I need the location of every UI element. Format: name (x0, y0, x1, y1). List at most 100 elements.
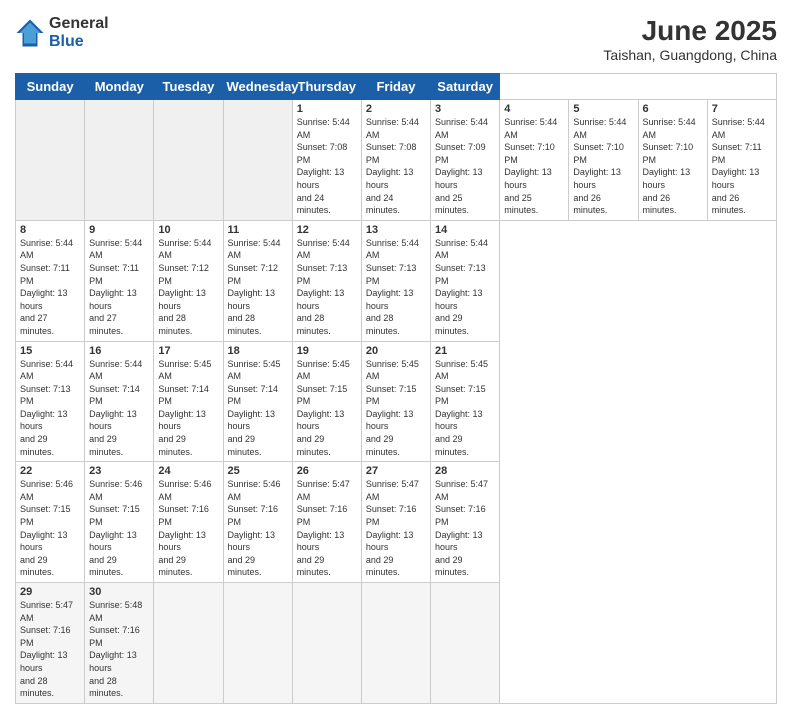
day-number: 13 (366, 224, 426, 236)
calendar-cell (361, 583, 430, 704)
sunset: Sunset: 7:12 PM (228, 262, 288, 287)
day-info: Sunrise: 5:44 AMSunset: 7:13 PMDaylight:… (297, 237, 357, 338)
day-info: Sunrise: 5:47 AMSunset: 7:16 PMDaylight:… (20, 599, 80, 700)
calendar-body: 1Sunrise: 5:44 AMSunset: 7:08 PMDaylight… (16, 100, 777, 704)
day-number: 8 (20, 224, 80, 236)
sunset: Sunset: 7:15 PM (366, 383, 426, 408)
sunset: Sunset: 7:13 PM (297, 262, 357, 287)
day-info: Sunrise: 5:47 AMSunset: 7:16 PMDaylight:… (435, 478, 495, 579)
day-info: Sunrise: 5:47 AMSunset: 7:16 PMDaylight:… (297, 478, 357, 579)
calendar-cell: 29Sunrise: 5:47 AMSunset: 7:16 PMDayligh… (16, 583, 85, 704)
sunset: Sunset: 7:12 PM (158, 262, 218, 287)
calendar-cell: 3Sunrise: 5:44 AMSunset: 7:09 PMDaylight… (431, 100, 500, 221)
day-number: 30 (89, 586, 149, 598)
sunrise: Sunrise: 5:46 AM (158, 478, 218, 503)
sunrise: Sunrise: 5:46 AM (89, 478, 149, 503)
calendar-cell: 8Sunrise: 5:44 AMSunset: 7:11 PMDaylight… (16, 220, 85, 341)
calendar-cell (154, 100, 223, 221)
daylight: Daylight: 13 hoursand 29 minutes. (228, 529, 288, 579)
day-info: Sunrise: 5:45 AMSunset: 7:15 PMDaylight:… (366, 358, 426, 459)
calendar-header-row: Sunday Monday Tuesday Wednesday Thursday… (16, 74, 777, 100)
day-number: 5 (573, 103, 633, 115)
logo: General Blue (15, 15, 109, 51)
calendar-cell (154, 583, 223, 704)
calendar-row: 1Sunrise: 5:44 AMSunset: 7:08 PMDaylight… (16, 100, 777, 221)
sunrise: Sunrise: 5:44 AM (297, 116, 357, 141)
calendar-cell: 16Sunrise: 5:44 AMSunset: 7:14 PMDayligh… (85, 341, 154, 462)
day-info: Sunrise: 5:48 AMSunset: 7:16 PMDaylight:… (89, 599, 149, 700)
day-number: 20 (366, 345, 426, 357)
sunset: Sunset: 7:10 PM (573, 141, 633, 166)
day-info: Sunrise: 5:44 AMSunset: 7:08 PMDaylight:… (297, 116, 357, 217)
day-info: Sunrise: 5:47 AMSunset: 7:16 PMDaylight:… (366, 478, 426, 579)
calendar-cell: 24Sunrise: 5:46 AMSunset: 7:16 PMDayligh… (154, 462, 223, 583)
daylight: Daylight: 13 hoursand 29 minutes. (435, 408, 495, 458)
daylight: Daylight: 13 hoursand 29 minutes. (89, 408, 149, 458)
sunrise: Sunrise: 5:45 AM (297, 358, 357, 383)
sunset: Sunset: 7:13 PM (435, 262, 495, 287)
sunset: Sunset: 7:15 PM (297, 383, 357, 408)
sunset: Sunset: 7:15 PM (435, 383, 495, 408)
sunrise: Sunrise: 5:44 AM (435, 116, 495, 141)
sunset: Sunset: 7:11 PM (20, 262, 80, 287)
day-info: Sunrise: 5:46 AMSunset: 7:15 PMDaylight:… (89, 478, 149, 579)
title-block: June 2025 Taishan, Guangdong, China (603, 15, 777, 63)
daylight: Daylight: 13 hoursand 29 minutes. (228, 408, 288, 458)
calendar-cell: 12Sunrise: 5:44 AMSunset: 7:13 PMDayligh… (292, 220, 361, 341)
day-number: 16 (89, 345, 149, 357)
calendar-row: 22Sunrise: 5:46 AMSunset: 7:15 PMDayligh… (16, 462, 777, 583)
day-number: 28 (435, 465, 495, 477)
col-monday: Monday (85, 74, 154, 100)
sunset: Sunset: 7:14 PM (158, 383, 218, 408)
day-number: 26 (297, 465, 357, 477)
calendar-cell: 26Sunrise: 5:47 AMSunset: 7:16 PMDayligh… (292, 462, 361, 583)
sunset: Sunset: 7:10 PM (504, 141, 564, 166)
logo-icon (15, 18, 45, 48)
sunset: Sunset: 7:08 PM (297, 141, 357, 166)
day-info: Sunrise: 5:44 AMSunset: 7:11 PMDaylight:… (712, 116, 772, 217)
day-number: 6 (643, 103, 703, 115)
day-number: 14 (435, 224, 495, 236)
sunrise: Sunrise: 5:46 AM (20, 478, 80, 503)
sunrise: Sunrise: 5:44 AM (573, 116, 633, 141)
day-info: Sunrise: 5:45 AMSunset: 7:14 PMDaylight:… (158, 358, 218, 459)
sunrise: Sunrise: 5:47 AM (297, 478, 357, 503)
daylight: Daylight: 13 hoursand 26 minutes. (643, 166, 703, 216)
calendar-cell: 10Sunrise: 5:44 AMSunset: 7:12 PMDayligh… (154, 220, 223, 341)
day-number: 22 (20, 465, 80, 477)
calendar-cell: 25Sunrise: 5:46 AMSunset: 7:16 PMDayligh… (223, 462, 292, 583)
sunrise: Sunrise: 5:45 AM (435, 358, 495, 383)
day-number: 17 (158, 345, 218, 357)
day-info: Sunrise: 5:46 AMSunset: 7:16 PMDaylight:… (158, 478, 218, 579)
calendar-row: 8Sunrise: 5:44 AMSunset: 7:11 PMDaylight… (16, 220, 777, 341)
sunset: Sunset: 7:14 PM (89, 383, 149, 408)
day-info: Sunrise: 5:44 AMSunset: 7:10 PMDaylight:… (573, 116, 633, 217)
daylight: Daylight: 13 hoursand 29 minutes. (20, 529, 80, 579)
calendar-cell (16, 100, 85, 221)
day-number: 24 (158, 465, 218, 477)
sunrise: Sunrise: 5:44 AM (435, 237, 495, 262)
day-info: Sunrise: 5:44 AMSunset: 7:11 PMDaylight:… (89, 237, 149, 338)
sunset: Sunset: 7:11 PM (89, 262, 149, 287)
sunrise: Sunrise: 5:44 AM (158, 237, 218, 262)
sunset: Sunset: 7:16 PM (435, 503, 495, 528)
daylight: Daylight: 13 hoursand 29 minutes. (158, 408, 218, 458)
sunset: Sunset: 7:16 PM (158, 503, 218, 528)
sunrise: Sunrise: 5:45 AM (158, 358, 218, 383)
daylight: Daylight: 13 hoursand 28 minutes. (366, 287, 426, 337)
col-tuesday: Tuesday (154, 74, 223, 100)
day-info: Sunrise: 5:44 AMSunset: 7:08 PMDaylight:… (366, 116, 426, 217)
calendar: Sunday Monday Tuesday Wednesday Thursday… (15, 73, 777, 704)
col-saturday: Saturday (431, 74, 500, 100)
daylight: Daylight: 13 hoursand 26 minutes. (573, 166, 633, 216)
day-number: 23 (89, 465, 149, 477)
sunset: Sunset: 7:15 PM (89, 503, 149, 528)
sunset: Sunset: 7:09 PM (435, 141, 495, 166)
daylight: Daylight: 13 hoursand 24 minutes. (366, 166, 426, 216)
calendar-cell (292, 583, 361, 704)
day-info: Sunrise: 5:45 AMSunset: 7:15 PMDaylight:… (435, 358, 495, 459)
sunrise: Sunrise: 5:47 AM (366, 478, 426, 503)
sunrise: Sunrise: 5:44 AM (20, 358, 80, 383)
calendar-cell: 9Sunrise: 5:44 AMSunset: 7:11 PMDaylight… (85, 220, 154, 341)
daylight: Daylight: 13 hoursand 29 minutes. (297, 408, 357, 458)
